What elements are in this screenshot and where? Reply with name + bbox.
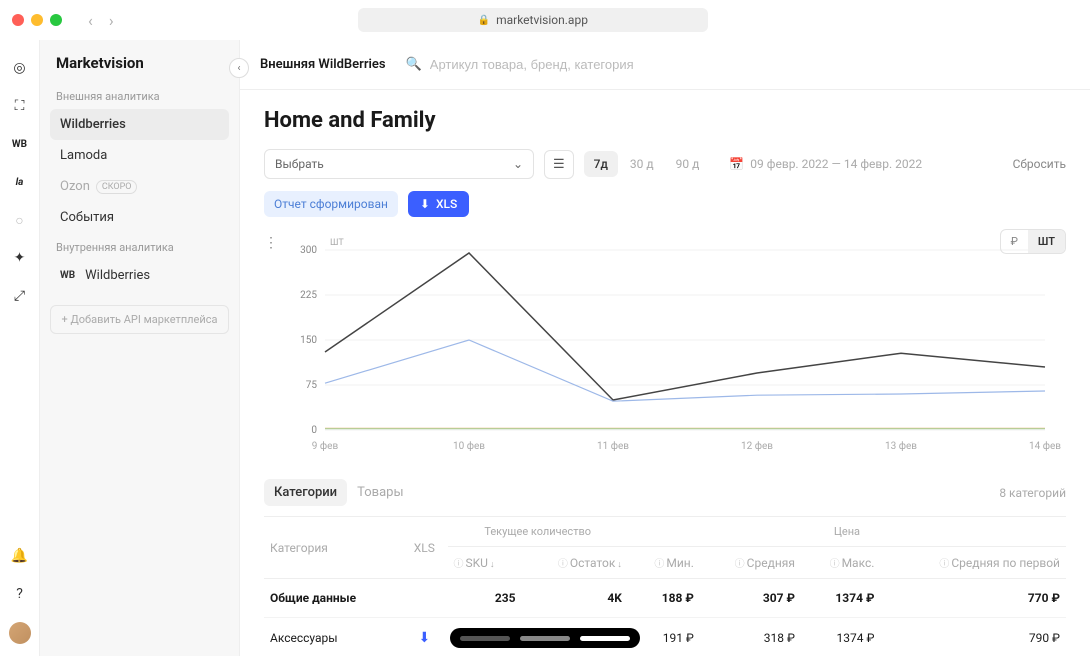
help-icon[interactable]: ?: [10, 584, 30, 604]
col-avg-first[interactable]: ⓘСредняя по первой: [880, 547, 1066, 579]
svg-text:ШТ: ШТ: [330, 238, 344, 248]
category-select[interactable]: Выбрать ⌄: [264, 149, 534, 179]
calendar-icon: 📅: [729, 157, 744, 171]
table-row[interactable]: Общие данные2354K188 ₽307 ₽1374 ₽770 ₽: [264, 579, 1066, 618]
unit-rub[interactable]: ₽: [1001, 230, 1028, 253]
period-7d[interactable]: 7д: [584, 151, 618, 177]
filter-settings-button[interactable]: ☰: [544, 150, 574, 179]
wb-icon[interactable]: WB: [10, 134, 30, 154]
search-icon: 🔍: [406, 57, 422, 72]
nav-back-icon[interactable]: ‹: [82, 9, 99, 32]
col-group-price: Цена: [628, 517, 1066, 547]
chart-menu-button[interactable]: ⋮: [264, 235, 278, 251]
expand-icon[interactable]: ⛶: [10, 96, 30, 116]
minimize-window[interactable]: [31, 14, 43, 26]
brand-title: Marketvision: [50, 54, 229, 72]
period-90d[interactable]: 90 д: [666, 151, 710, 177]
period-group: 7д 30 д 90 д: [584, 151, 710, 177]
url-text: marketvision.app: [496, 13, 588, 27]
report-formed-badge: Отчет сформирован: [264, 191, 398, 217]
sidebar-item-events[interactable]: События: [50, 202, 229, 233]
close-window[interactable]: [12, 14, 24, 26]
avatar[interactable]: [9, 622, 31, 644]
sidebar-item-lamoda[interactable]: Lamoda: [50, 140, 229, 171]
col-xls: XLS: [401, 517, 447, 579]
tab-products[interactable]: Товары: [347, 479, 413, 506]
sidebar-item-ozon[interactable]: Ozon СКОРО: [50, 171, 229, 202]
search-box[interactable]: 🔍: [406, 57, 1070, 72]
svg-text:12 фев: 12 фев: [741, 440, 773, 452]
svg-text:10 фев: 10 фев: [453, 440, 485, 452]
target-icon[interactable]: ◎: [10, 58, 30, 78]
svg-text:75: 75: [306, 380, 318, 391]
icon-rail: ◎ ⛶ WB la ○ ✦ ⤢ 🔔 ?: [0, 40, 40, 656]
page-title: Home and Family: [264, 108, 1066, 133]
maximize-window[interactable]: [50, 14, 62, 26]
topbar: Внешняя WildBerries 🔍: [240, 40, 1090, 90]
search-input[interactable]: [430, 57, 1070, 72]
reset-button[interactable]: Сбросить: [1013, 157, 1066, 171]
leaf-icon[interactable]: ○: [10, 210, 30, 230]
svg-text:0: 0: [311, 425, 317, 436]
bottom-indicator: [450, 628, 640, 648]
unit-pcs[interactable]: ШТ: [1028, 230, 1065, 253]
breadcrumb: Внешняя WildBerries: [260, 57, 386, 72]
sidebar-collapse-button[interactable]: ‹: [229, 58, 249, 78]
download-row-icon[interactable]: ⬇: [418, 630, 430, 646]
date-range-picker[interactable]: 📅 09 февр. 2022 — 14 февр. 2022: [729, 157, 922, 171]
chart-container: ⋮ ₽ ШТ ШТ 075150225300 9 фев10 фев11 фев…: [264, 235, 1066, 459]
col-avg[interactable]: ⓘСредняя: [700, 547, 801, 579]
download-icon: ⬇: [420, 197, 430, 211]
collapse-icon[interactable]: ⤢: [10, 286, 30, 306]
col-min[interactable]: ⓘМин.: [628, 547, 700, 579]
browser-chrome: ‹ › 🔒 marketvision.app: [0, 0, 1090, 40]
col-sku[interactable]: ⓘSKU↓: [448, 547, 522, 579]
la-icon[interactable]: la: [10, 172, 30, 192]
svg-text:14 фев: 14 фев: [1029, 440, 1061, 452]
chevron-down-icon: ⌄: [513, 157, 523, 171]
table-row[interactable]: Аксессуары⬇1362K191 ₽318 ₽1374 ₽790 ₽: [264, 618, 1066, 656]
period-30d[interactable]: 30 д: [620, 151, 664, 177]
svg-text:300: 300: [300, 245, 317, 256]
svg-text:9 фев: 9 фев: [312, 440, 339, 452]
svg-text:11 фев: 11 фев: [597, 440, 629, 452]
section-external-label: Внешняя аналитика: [56, 90, 229, 103]
sidebar: ‹ Marketvision Внешняя аналитика Wildber…: [40, 40, 240, 656]
svg-text:225: 225: [300, 290, 317, 301]
col-stock[interactable]: ⓘОстаток↓: [522, 547, 628, 579]
sidebar-item-wildberries[interactable]: Wildberries: [50, 109, 229, 140]
svg-text:13 фев: 13 фев: [885, 440, 917, 452]
unit-toggle: ₽ ШТ: [1000, 229, 1066, 254]
url-bar[interactable]: 🔒 marketvision.app: [358, 8, 708, 32]
download-xls-button[interactable]: ⬇ XLS: [408, 191, 469, 217]
sliders-icon: ☰: [553, 157, 565, 172]
traffic-lights: [12, 14, 62, 26]
nav-forward-icon[interactable]: ›: [103, 9, 120, 32]
svg-text:150: 150: [300, 335, 317, 346]
categories-table: Категория XLS Текущее количество Цена ⓘS…: [264, 516, 1066, 656]
add-api-button[interactable]: + Добавить API маркетплейса: [50, 305, 229, 334]
sidebar-item-internal-wb[interactable]: WB Wildberries: [50, 260, 229, 291]
col-group-qty: Текущее количество: [448, 517, 628, 547]
line-chart: ШТ 0 75 150 225 300 9 фев 10 фев 11 фев 12 фев 1…: [264, 235, 1066, 455]
col-max[interactable]: ⓘМакс.: [801, 547, 881, 579]
tab-categories[interactable]: Категории: [264, 479, 347, 506]
bell-icon[interactable]: 🔔: [10, 546, 30, 566]
soon-badge: СКОРО: [96, 180, 138, 194]
col-category[interactable]: Категория: [264, 517, 401, 579]
lock-icon: 🔒: [478, 15, 490, 26]
crosshair-icon[interactable]: ✦: [10, 248, 30, 268]
section-internal-label: Внутренняя аналитика: [56, 241, 229, 254]
tab-count-label: 8 категорий: [999, 486, 1066, 500]
